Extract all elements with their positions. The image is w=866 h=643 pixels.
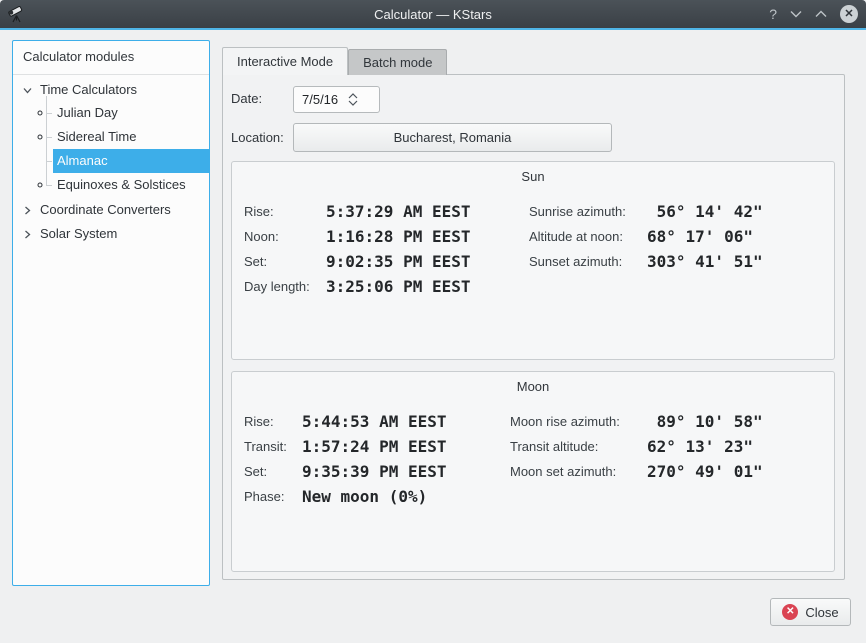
dialog-close-icon: ✕ <box>782 604 798 620</box>
tree-item-equinoxes-solstices[interactable]: Equinoxes & Solstices <box>53 173 209 197</box>
sun-set-value: 9:02:35 PM EEST <box>326 252 471 271</box>
moon-transit-altitude-label: Transit altitude: <box>510 439 647 454</box>
window-controls: ? ✕ <box>769 0 858 28</box>
altitude-at-noon-value: 68° 17' 06" <box>647 227 763 246</box>
moon-groupbox-title: Moon <box>232 379 834 394</box>
sunset-azimuth-row: Sunset azimuth: 303° 41' 51" <box>529 249 763 274</box>
minimize-button[interactable] <box>790 10 802 18</box>
moon-phase-label: Phase: <box>244 489 302 504</box>
moon-set-azimuth-value: 270° 49' 01" <box>647 462 763 481</box>
location-label: Location: <box>231 123 284 152</box>
moon-times-column: Rise: 5:44:53 AM EEST Transit: 1:57:24 P… <box>244 409 447 509</box>
sun-noon-row: Noon: 1:16:28 PM EEST <box>244 224 471 249</box>
moon-groupbox: Moon Rise: 5:44:53 AM EEST Transit: 1:57… <box>231 371 835 572</box>
tree-item-label: Julian Day <box>57 105 118 120</box>
sunset-azimuth-value: 303° 41' 51" <box>647 252 763 271</box>
close-button-label: Close <box>805 605 838 620</box>
sun-set-row: Set: 9:02:35 PM EEST <box>244 249 471 274</box>
tree-item-label: Coordinate Converters <box>40 202 171 217</box>
tree-item-julian-day[interactable]: Julian Day <box>53 101 209 125</box>
tab-batch-mode[interactable]: Batch mode <box>348 49 447 75</box>
moon-rise-value: 5:44:53 AM EEST <box>302 412 447 431</box>
date-input[interactable] <box>294 92 346 107</box>
sun-noon-value: 1:16:28 PM EEST <box>326 227 471 246</box>
moon-set-row: Set: 9:35:39 PM EEST <box>244 459 447 484</box>
spinbox-arrows <box>348 93 358 106</box>
sun-daylength-value: 3:25:06 PM EEST <box>326 277 471 296</box>
tab-interactive-mode[interactable]: Interactive Mode <box>222 47 348 75</box>
moon-transit-row: Transit: 1:57:24 PM EEST <box>244 434 447 459</box>
chevron-right-icon[interactable] <box>22 228 33 239</box>
moon-phase-row: Phase: New moon (0%) <box>244 484 447 509</box>
moon-rise-row: Rise: 5:44:53 AM EEST <box>244 409 447 434</box>
date-spinbox[interactable] <box>293 86 380 113</box>
help-button[interactable]: ? <box>769 0 777 28</box>
sunset-azimuth-label: Sunset azimuth: <box>529 254 647 269</box>
sun-rise-row: Rise: 5:37:29 AM EEST <box>244 199 471 224</box>
time-calculators-children: Julian Day Sidereal Time Almanac Equinox… <box>53 101 209 197</box>
moon-phase-value: New moon (0%) <box>302 487 447 506</box>
sunrise-azimuth-label: Sunrise azimuth: <box>529 204 647 219</box>
moon-set-label: Set: <box>244 464 302 479</box>
spin-up-icon[interactable] <box>348 93 358 99</box>
location-button[interactable]: Bucharest, Romania <box>293 123 612 152</box>
close-window-button[interactable]: ✕ <box>840 5 858 23</box>
moon-transit-value: 1:57:24 PM EEST <box>302 437 447 456</box>
altitude-at-noon-row: Altitude at noon: 68° 17' 06" <box>529 224 763 249</box>
tree-item-label: Sidereal Time <box>57 129 136 144</box>
tree-item-label: Time Calculators <box>40 82 137 97</box>
moon-transit-altitude-row: Transit altitude: 62° 13' 23" <box>510 434 763 459</box>
tree-item-solar-system[interactable]: Solar System <box>13 221 209 245</box>
sun-groupbox-title: Sun <box>232 169 834 184</box>
sun-azimuth-column: Sunrise azimuth: 56° 14' 42" Altitude at… <box>529 199 763 274</box>
moon-set-azimuth-row: Moon set azimuth: 270° 49' 01" <box>510 459 763 484</box>
module-list-header: Calculator modules <box>13 41 209 75</box>
maximize-button[interactable] <box>815 10 827 18</box>
mode-tabbar: Interactive Mode Batch mode <box>222 47 447 75</box>
moon-rise-azimuth-label: Moon rise azimuth: <box>510 414 647 429</box>
sun-groupbox: Sun Rise: 5:37:29 AM EEST Noon: 1:16:28 … <box>231 161 835 360</box>
moon-transit-altitude-value: 62° 13' 23" <box>647 437 763 456</box>
spin-down-icon[interactable] <box>348 100 358 106</box>
chevron-right-icon[interactable] <box>22 204 33 215</box>
tree-item-sidereal-time[interactable]: Sidereal Time <box>53 125 209 149</box>
module-tree: Time Calculators Julian Day Sidereal Tim… <box>13 75 209 245</box>
sunrise-azimuth-row: Sunrise azimuth: 56° 14' 42" <box>529 199 763 224</box>
moon-rise-label: Rise: <box>244 414 302 429</box>
sun-rise-value: 5:37:29 AM EEST <box>326 202 471 221</box>
window-title: Calculator — KStars <box>0 7 866 22</box>
tree-item-label: Solar System <box>40 226 117 241</box>
chevron-down-icon[interactable] <box>22 84 33 95</box>
tree-item-time-calculators[interactable]: Time Calculators <box>13 77 209 101</box>
moon-set-value: 9:35:39 PM EEST <box>302 462 447 481</box>
moon-transit-label: Transit: <box>244 439 302 454</box>
titlebar: Calculator — KStars ? ✕ <box>0 0 866 28</box>
tree-item-almanac[interactable]: Almanac <box>53 149 209 173</box>
date-label: Date: <box>231 85 262 113</box>
moon-set-azimuth-label: Moon set azimuth: <box>510 464 647 479</box>
interactive-mode-pane: Date: Location: Bucharest, Romania Sun <box>222 74 845 580</box>
module-list-panel: Calculator modules Time Calculators Juli… <box>12 40 210 586</box>
calculator-window: Calculator — KStars ? ✕ Calculator modul… <box>0 0 866 643</box>
moon-azimuth-column: Moon rise azimuth: 89° 10' 58" Transit a… <box>510 409 763 484</box>
tree-item-label: Equinoxes & Solstices <box>57 177 186 192</box>
tree-item-coordinate-converters[interactable]: Coordinate Converters <box>13 197 209 221</box>
sun-noon-label: Noon: <box>244 229 326 244</box>
moon-rise-azimuth-value: 89° 10' 58" <box>647 412 763 431</box>
sun-times-column: Rise: 5:37:29 AM EEST Noon: 1:16:28 PM E… <box>244 199 471 299</box>
moon-rise-azimuth-row: Moon rise azimuth: 89° 10' 58" <box>510 409 763 434</box>
sun-rise-label: Rise: <box>244 204 326 219</box>
sunrise-azimuth-value: 56° 14' 42" <box>647 202 763 221</box>
sun-set-label: Set: <box>244 254 326 269</box>
tree-item-label: Almanac <box>57 153 108 168</box>
close-button[interactable]: ✕ Close <box>770 598 851 626</box>
sun-daylength-label: Day length: <box>244 279 326 294</box>
altitude-at-noon-label: Altitude at noon: <box>529 229 647 244</box>
window-body: Calculator modules Time Calculators Juli… <box>0 30 866 643</box>
sun-daylength-row: Day length: 3:25:06 PM EEST <box>244 274 471 299</box>
